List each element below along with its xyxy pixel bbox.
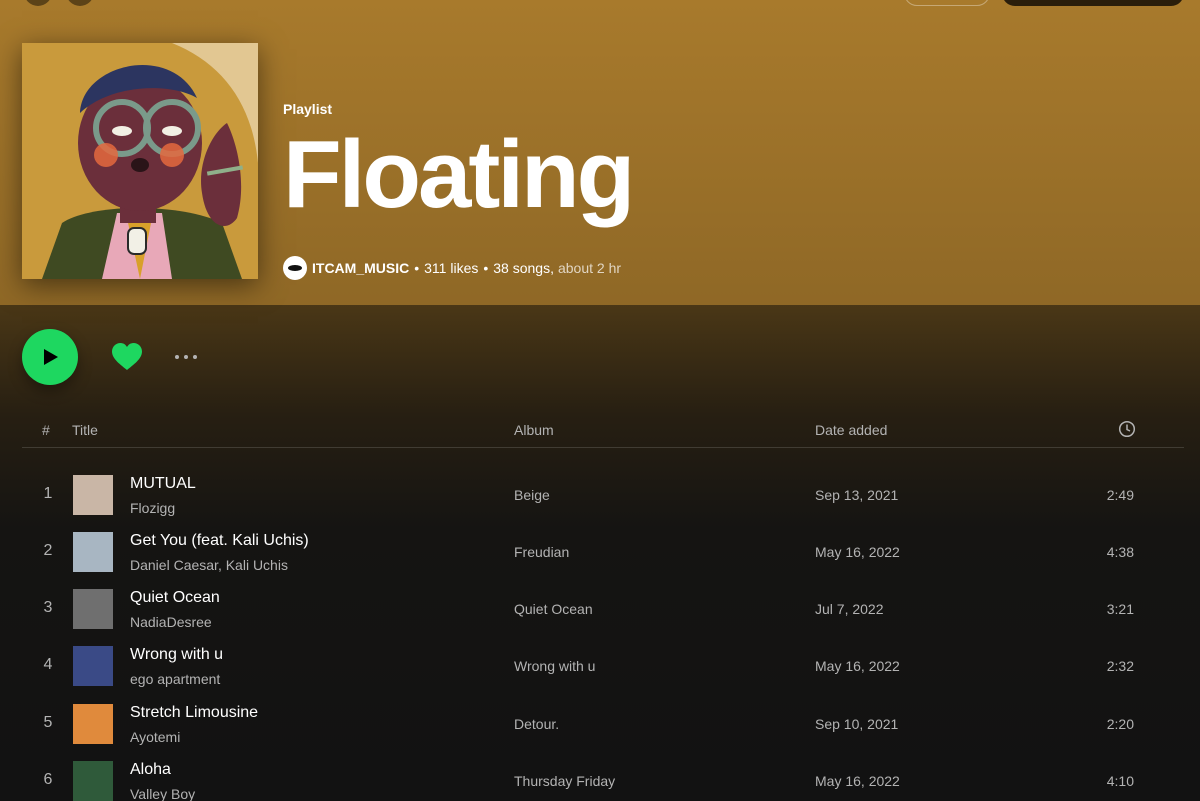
track-duration: 4:10 xyxy=(1106,773,1134,789)
track-table-header: # Title Album Date added xyxy=(22,412,1184,448)
column-number: # xyxy=(42,422,50,438)
track-title[interactable]: MUTUAL xyxy=(130,475,196,493)
track-row[interactable]: 2 Get You (feat. Kali Uchis) Daniel Caes… xyxy=(22,524,1184,580)
clock-icon xyxy=(1118,420,1136,438)
track-thumbnail xyxy=(73,532,113,572)
track-artist[interactable]: Valley Boy xyxy=(130,786,195,801)
songs-count: 38 songs, xyxy=(493,260,554,276)
track-duration: 2:32 xyxy=(1106,658,1134,674)
more-options-button[interactable] xyxy=(170,349,202,365)
upgrade-button[interactable] xyxy=(904,0,990,6)
column-album[interactable]: Album xyxy=(514,422,554,438)
track-thumbnail xyxy=(73,761,113,801)
play-button[interactable] xyxy=(22,329,78,385)
track-row[interactable]: 5 Stretch Limousine Ayotemi Detour. Sep … xyxy=(22,696,1184,752)
track-date-added: Sep 10, 2021 xyxy=(815,716,899,732)
track-title[interactable]: Aloha xyxy=(130,761,171,779)
playlist-cover xyxy=(22,43,258,279)
owner-avatar[interactable] xyxy=(283,256,307,280)
track-duration: 3:21 xyxy=(1106,601,1134,617)
column-date-added[interactable]: Date added xyxy=(815,422,887,438)
playlist-duration: about 2 hr xyxy=(557,260,622,276)
track-artist[interactable]: Ayotemi xyxy=(130,729,180,745)
track-number: 2 xyxy=(43,542,53,559)
column-title[interactable]: Title xyxy=(72,422,98,438)
more-icon xyxy=(184,355,188,359)
track-album[interactable]: Wrong with u xyxy=(514,658,595,674)
track-duration: 4:38 xyxy=(1106,544,1134,560)
track-row[interactable]: 3 Quiet Ocean NadiaDesree Quiet Ocean Ju… xyxy=(22,581,1184,637)
track-duration: 2:49 xyxy=(1106,487,1134,503)
playlist-meta: ITCAM_MUSIC • 311 likes • 38 songs, abou… xyxy=(283,256,621,280)
track-title[interactable]: Wrong with u xyxy=(130,646,223,664)
column-duration[interactable] xyxy=(1118,420,1136,441)
like-button[interactable] xyxy=(111,342,143,372)
owner-link[interactable]: ITCAM_MUSIC xyxy=(312,260,409,276)
track-thumbnail xyxy=(73,646,113,686)
more-icon xyxy=(193,355,197,359)
track-date-added: May 16, 2022 xyxy=(815,544,900,560)
track-artist[interactable]: NadiaDesree xyxy=(130,614,212,630)
play-icon xyxy=(44,349,58,365)
track-date-added: Jul 7, 2022 xyxy=(815,601,884,617)
track-album[interactable]: Thursday Friday xyxy=(514,773,615,789)
track-date-added: Sep 13, 2021 xyxy=(815,487,899,503)
more-icon xyxy=(175,355,179,359)
track-number: 1 xyxy=(43,485,53,502)
track-thumbnail xyxy=(73,704,113,744)
track-album[interactable]: Freudian xyxy=(514,544,569,560)
track-number: 3 xyxy=(43,599,53,616)
track-album[interactable]: Detour. xyxy=(514,716,559,732)
track-artist[interactable]: Flozigg xyxy=(130,500,175,516)
cover-illustration xyxy=(22,43,258,279)
playlist-type-label: Playlist xyxy=(283,101,333,117)
track-thumbnail xyxy=(73,589,113,629)
track-row[interactable]: 4 Wrong with u ego apartment Wrong with … xyxy=(22,638,1184,694)
track-title[interactable]: Quiet Ocean xyxy=(130,589,220,607)
track-number: 5 xyxy=(43,714,53,731)
meta-separator: • xyxy=(483,260,489,276)
track-number: 6 xyxy=(43,771,53,788)
meta-separator: • xyxy=(414,260,420,276)
track-row[interactable]: 6 Aloha Valley Boy Thursday Friday May 1… xyxy=(22,753,1184,801)
track-thumbnail xyxy=(73,475,113,515)
track-duration: 2:20 xyxy=(1106,716,1134,732)
track-date-added: May 16, 2022 xyxy=(815,773,900,789)
track-album[interactable]: Quiet Ocean xyxy=(514,601,593,617)
track-title[interactable]: Stretch Limousine xyxy=(130,704,258,722)
user-menu-button[interactable] xyxy=(1002,0,1184,6)
track-number: 4 xyxy=(43,656,53,673)
track-album[interactable]: Beige xyxy=(514,487,550,503)
heart-icon xyxy=(112,343,142,370)
playlist-title: Floating xyxy=(283,121,635,228)
track-title[interactable]: Get You (feat. Kali Uchis) xyxy=(130,532,309,550)
track-row[interactable]: 1 MUTUAL Flozigg Beige Sep 13, 2021 2:49 xyxy=(22,467,1184,523)
track-artist[interactable]: Daniel Caesar, Kali Uchis xyxy=(130,557,288,573)
likes-count: 311 likes xyxy=(424,260,479,276)
track-date-added: May 16, 2022 xyxy=(815,658,900,674)
track-artist[interactable]: ego apartment xyxy=(130,671,220,687)
